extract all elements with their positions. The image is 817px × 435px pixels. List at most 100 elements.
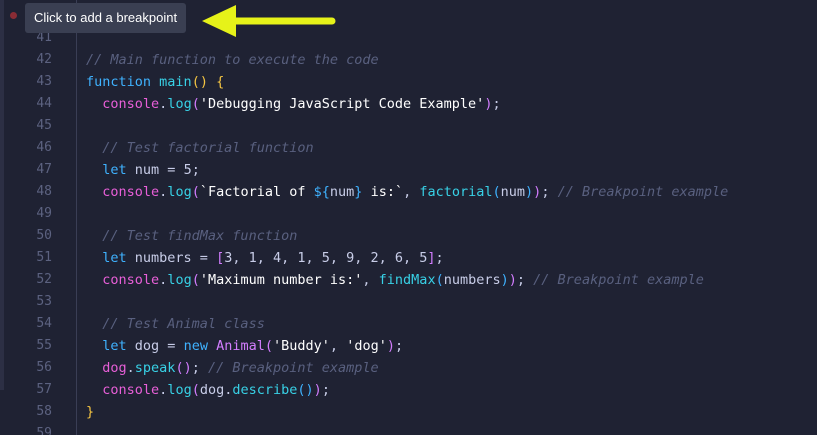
code-line[interactable]: console.log('Maximum number is:', findMa…	[86, 269, 704, 291]
breakpoint-tooltip: Click to add a breakpoint	[25, 3, 187, 33]
code-line[interactable]: console.log(`Factorial of ${num} is:`, f…	[86, 181, 728, 203]
code-token: )	[525, 184, 534, 200]
code-token: // Test findMax function	[102, 228, 298, 244]
code-token: ()	[297, 382, 314, 398]
code-token: ${	[313, 184, 330, 200]
line-number[interactable]: 57	[4, 379, 52, 401]
code-line[interactable]: // Test Animal class	[86, 313, 265, 335]
code-token: ,	[403, 184, 420, 200]
code-token: numbers	[443, 272, 501, 288]
line-number[interactable]: 49	[4, 203, 52, 225]
code-token: ;	[541, 184, 558, 200]
code-token: // Breakpoint example	[207, 360, 379, 376]
code-token: let	[102, 250, 127, 266]
line-number[interactable]: 42	[4, 49, 52, 71]
code-line[interactable]: }	[86, 401, 94, 423]
code-token: num	[500, 184, 526, 200]
code-token: ;	[516, 272, 534, 288]
code-token: console	[102, 382, 160, 398]
code-token: console	[102, 184, 160, 200]
line-number[interactable]: 53	[4, 291, 52, 313]
code-token: (	[191, 184, 200, 200]
code-token: `Factorial of	[199, 184, 314, 200]
code-token: 'Maximum number is:'	[199, 272, 363, 288]
line-number[interactable]: 52	[4, 269, 52, 291]
code-token: num =	[126, 162, 184, 178]
line-number[interactable]: 54	[4, 313, 52, 335]
line-number[interactable]: 55	[4, 335, 52, 357]
line-number[interactable]: 51	[4, 247, 52, 269]
code-token: [	[216, 250, 225, 266]
code-line[interactable]: console.log(dog.describe());	[86, 379, 330, 401]
code-line[interactable]: let numbers = [3, 1, 4, 1, 5, 9, 2, 6, 5…	[86, 247, 443, 269]
code-line[interactable]: // Main function to execute the code	[86, 49, 379, 71]
code-token: let	[102, 162, 127, 178]
code-token: // Test Animal class	[102, 316, 265, 332]
code-token: 3, 1, 4, 1, 5, 9, 2, 6, 5	[224, 250, 428, 266]
code-token: console	[102, 96, 160, 112]
code-token: numbers =	[126, 250, 217, 266]
code-token: function	[86, 74, 152, 90]
code-token: )	[386, 338, 395, 354]
breakpoint-hint-icon[interactable]	[10, 12, 17, 19]
code-token: 5	[183, 162, 192, 178]
arrow-left-icon	[202, 5, 336, 37]
indent-guide	[76, 0, 77, 435]
code-token: console	[102, 272, 160, 288]
line-number[interactable]: 44	[4, 93, 52, 115]
code-token: describe	[232, 382, 298, 398]
code-token: (	[492, 184, 501, 200]
code-token: // Main function to execute the code	[86, 52, 379, 68]
code-line[interactable]: let num = 5;	[86, 159, 200, 181]
code-token: findMax	[378, 272, 436, 288]
line-number[interactable]: 58	[4, 401, 52, 423]
line-number[interactable]: 48	[4, 181, 52, 203]
code-token: (	[191, 272, 200, 288]
code-token: speak	[134, 360, 176, 376]
code-line[interactable]: // Test factorial function	[86, 137, 314, 159]
line-number[interactable]: 50	[4, 225, 52, 247]
code-line[interactable]: let dog = new Animal('Buddy', 'dog');	[86, 335, 403, 357]
code-token: 'Debugging JavaScript Code Example'	[199, 96, 485, 112]
code-token: (	[191, 96, 200, 112]
code-token: log	[167, 382, 192, 398]
code-token: )	[508, 272, 517, 288]
code-line[interactable]: function main() {	[86, 71, 224, 93]
line-number[interactable]: 43	[4, 71, 52, 93]
code-token: 'dog'	[346, 338, 387, 354]
code-editor[interactable]: 41 42 43 44 45 46 47 48 49 50 51 52 53 54 55 56 57 58 59 /…	[0, 0, 817, 435]
code-token: dog	[199, 382, 225, 398]
line-number[interactable]: 45	[4, 115, 52, 137]
code-token: )	[500, 272, 509, 288]
code-token: // Test factorial function	[102, 140, 314, 156]
line-number-gutter[interactable]: 41 42 43 44 45 46 47 48 49 50 51 52 53 54 55 56 57 58 59	[0, 0, 76, 435]
code-token: num	[329, 184, 355, 200]
code-token: ;	[191, 162, 200, 178]
code-line[interactable]: console.log('Debugging JavaScript Code E…	[86, 93, 500, 115]
code-token: (	[191, 382, 200, 398]
code-token: ;	[394, 338, 404, 354]
code-line[interactable]: dog.speak(); // Breakpoint example	[86, 357, 379, 379]
code-token: // Breakpoint example	[557, 184, 729, 200]
line-number[interactable]: 56	[4, 357, 52, 379]
code-token: let	[102, 338, 127, 354]
code-token: // Breakpoint example	[533, 272, 704, 288]
code-token: ()	[191, 74, 208, 90]
code-token: ,	[329, 338, 347, 354]
line-number[interactable]: 47	[4, 159, 52, 181]
code-line[interactable]: // Test findMax function	[86, 225, 297, 247]
code-token: log	[167, 96, 192, 112]
code-token: ,	[362, 272, 379, 288]
line-number[interactable]: 46	[4, 137, 52, 159]
line-number[interactable]: 59	[4, 423, 52, 435]
code-token: factorial	[419, 184, 493, 200]
